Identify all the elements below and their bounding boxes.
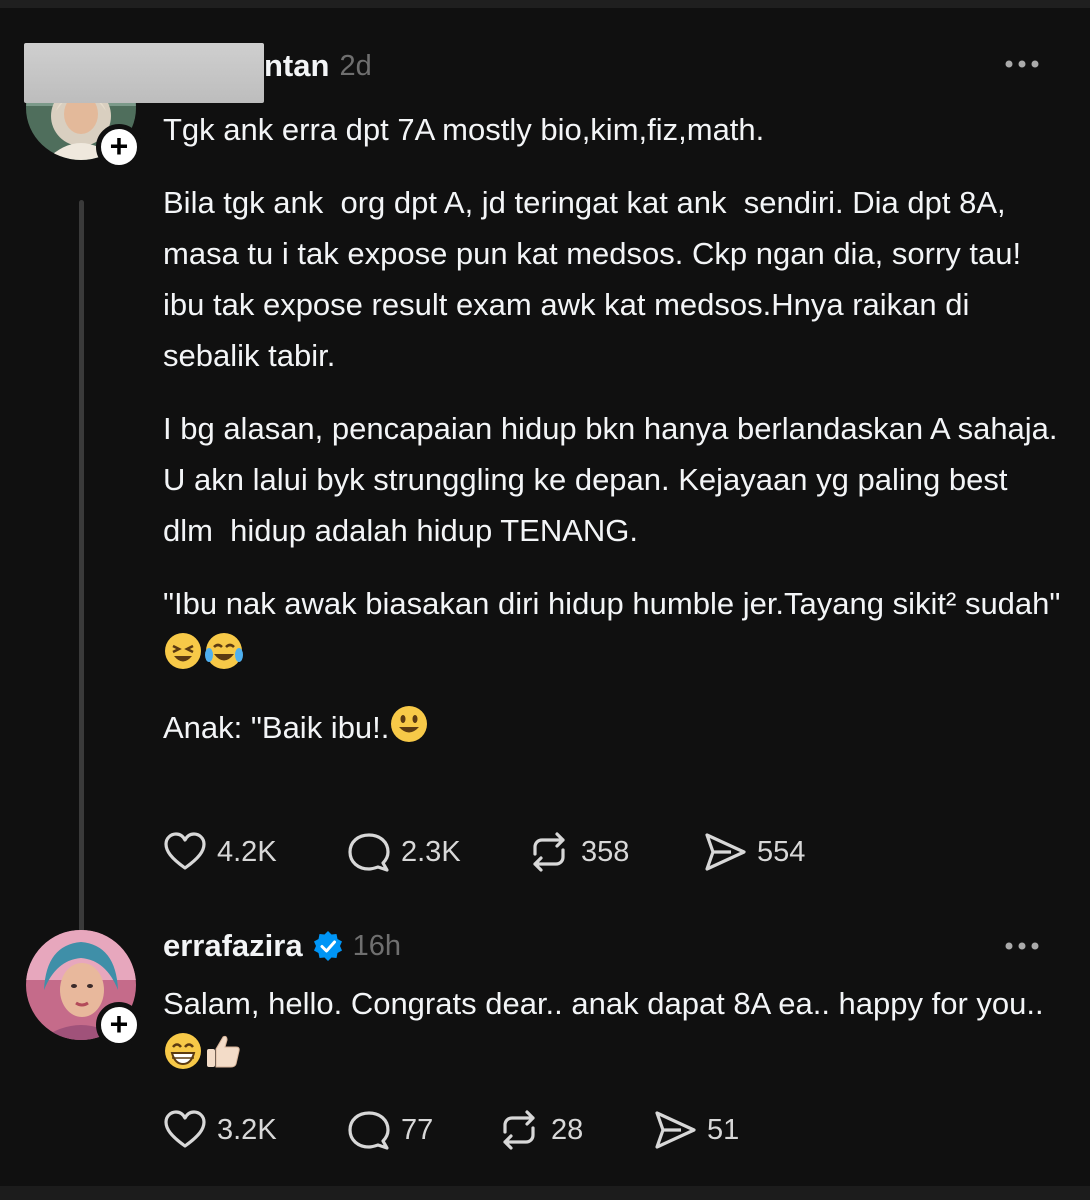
- post-body: Salam, hello. Congrats dear.. anak dapat…: [163, 978, 1063, 1102]
- post-actions: 3.2K 77 28 51: [163, 1108, 739, 1152]
- laughing-emoji-icon: [165, 633, 201, 669]
- more-dots-icon[interactable]: [1004, 58, 1040, 70]
- reply-button[interactable]: 77: [347, 1108, 497, 1152]
- post-paragraph-text: Anak: "Baik ibu!.: [163, 710, 390, 745]
- bottom-border: [0, 1186, 1090, 1200]
- post-header: errafazira 16h: [163, 926, 401, 966]
- post-body: Tgk ank erra dpt 7A mostly bio,kim,fiz,m…: [163, 104, 1063, 775]
- redacted-username: [24, 43, 264, 103]
- post-paragraph-text: "Ibu nak awak biasakan diri hidup humble…: [163, 586, 1061, 621]
- post-actions: 4.2K 2.3K 358 554: [163, 830, 805, 874]
- thumbs-up-emoji-icon: [207, 1035, 240, 1068]
- repost-button[interactable]: 28: [497, 1108, 653, 1152]
- repost-icon: [533, 832, 565, 872]
- post-paragraph-text: Salam, hello. Congrats dear.. anak dapat…: [163, 986, 1044, 1021]
- share-button[interactable]: 554: [703, 830, 805, 874]
- post-paragraph: I bg alasan, pencapaian hidup bkn hanya …: [163, 411, 1067, 548]
- grinning-emoji-icon: [165, 1033, 201, 1069]
- follow-plus-icon[interactable]: +: [96, 1002, 142, 1048]
- heart-icon: [164, 832, 206, 870]
- repost-count: 358: [581, 835, 630, 868]
- share-button[interactable]: 51: [653, 1108, 739, 1152]
- verified-badge-icon: [313, 931, 342, 961]
- share-count: 51: [707, 1113, 740, 1146]
- post-paragraph: Anak: "Baik ibu!.: [163, 702, 1063, 753]
- reply-button[interactable]: 2.3K: [347, 830, 527, 874]
- username[interactable]: ntan: [264, 48, 329, 84]
- post-header: ntan 2d: [264, 46, 372, 86]
- tears-of-joy-emoji-icon: [205, 633, 243, 669]
- repost-button[interactable]: 358: [527, 830, 703, 874]
- reply-count: 2.3K: [401, 835, 461, 868]
- heart-icon: [164, 1110, 206, 1148]
- post-paragraph: Bila tgk ank org dpt A, jd teringat kat …: [163, 185, 1030, 373]
- post-paragraph: Salam, hello. Congrats dear.. anak dapat…: [163, 978, 1063, 1080]
- repost-count: 28: [551, 1113, 584, 1146]
- post-paragraph: Tgk ank erra dpt 7A mostly bio,kim,fiz,m…: [163, 112, 765, 147]
- reply-count: 77: [401, 1113, 434, 1146]
- username[interactable]: errafazira: [163, 928, 303, 964]
- top-border: [0, 0, 1090, 8]
- like-count: 3.2K: [217, 1113, 277, 1146]
- like-button[interactable]: 3.2K: [163, 1108, 347, 1152]
- speech-bubble-icon: [348, 1111, 390, 1150]
- more-dots-icon[interactable]: [1004, 940, 1040, 952]
- timestamp: 16h: [352, 929, 401, 962]
- thread-post: + ntan 2d Tgk ank erra dpt 7A mostly bio…: [0, 34, 1090, 945]
- like-button[interactable]: 4.2K: [163, 830, 347, 874]
- like-count: 4.2K: [217, 835, 277, 868]
- share-count: 554: [757, 835, 806, 868]
- send-icon: [705, 833, 746, 871]
- speech-bubble-icon: [348, 833, 390, 872]
- send-icon: [655, 1111, 696, 1149]
- repost-icon: [503, 1110, 535, 1150]
- follow-plus-icon[interactable]: +: [96, 124, 142, 170]
- timestamp: 2d: [339, 49, 372, 82]
- thread-line: [79, 200, 84, 945]
- smiley-emoji-icon: [391, 706, 428, 742]
- reply-post: + errafazira 16h Salam, hello. Congrats …: [0, 922, 1090, 1172]
- post-paragraph: "Ibu nak awak biasakan diri hidup humble…: [163, 578, 1063, 680]
